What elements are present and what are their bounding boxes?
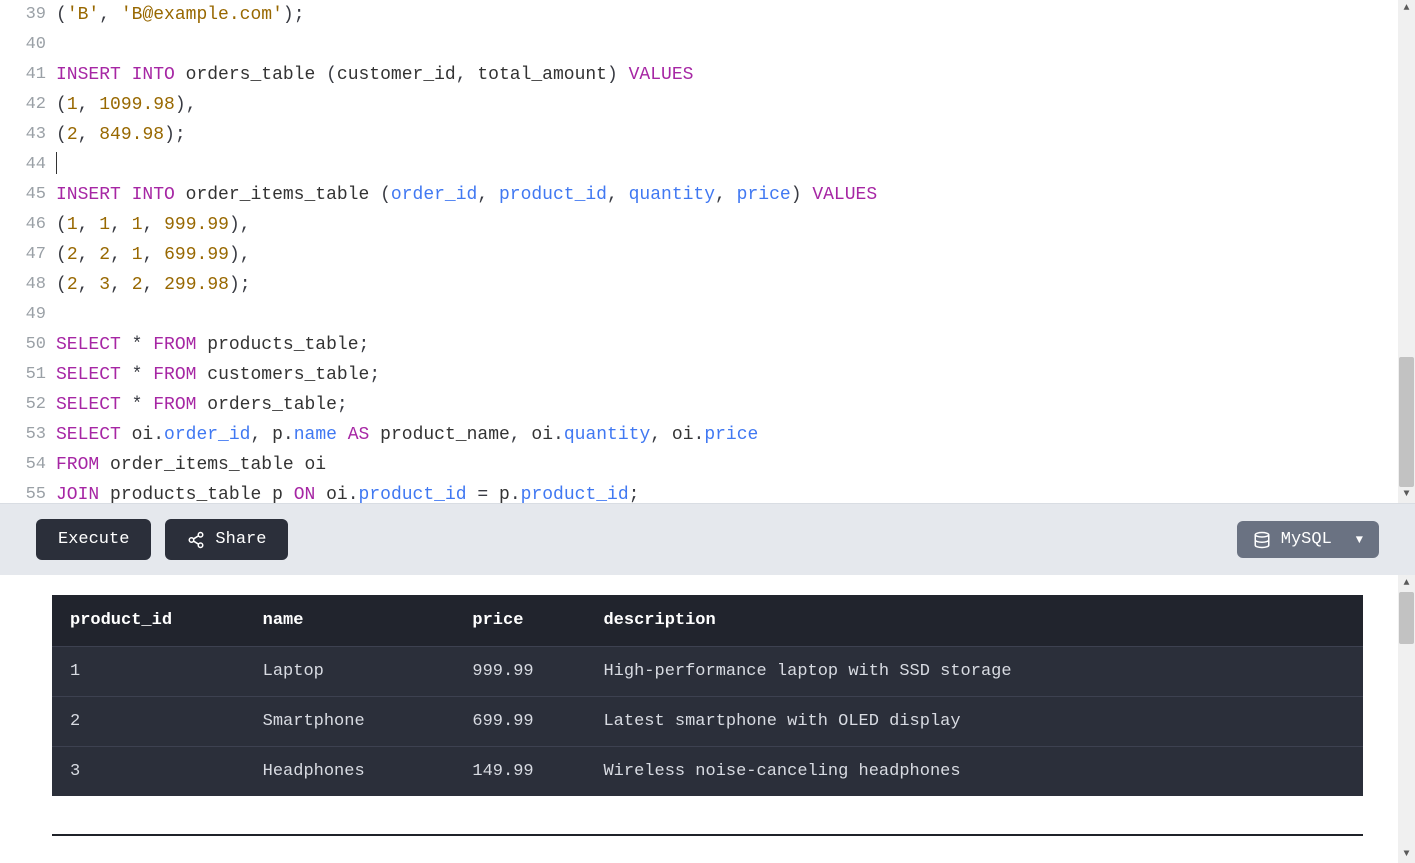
line-content[interactable]: INSERT INTO order_items_table (order_id,… [56, 180, 877, 210]
line-content[interactable]: JOIN products_table p ON oi.product_id =… [56, 480, 639, 503]
line-content[interactable]: SELECT * FROM customers_table; [56, 360, 380, 390]
code-line[interactable]: 53SELECT oi.order_id, p.name AS product_… [0, 420, 1415, 450]
line-number: 44 [0, 150, 56, 180]
chevron-down-icon: ▼ [1356, 533, 1363, 547]
line-number: 46 [0, 210, 56, 240]
line-number: 51 [0, 360, 56, 390]
line-number: 54 [0, 450, 56, 480]
line-content[interactable]: (1, 1, 1, 999.99), [56, 210, 251, 240]
database-label: MySQL [1281, 530, 1332, 549]
line-content[interactable] [56, 150, 57, 180]
line-number: 53 [0, 420, 56, 450]
line-number: 43 [0, 120, 56, 150]
line-content[interactable]: (2, 849.98); [56, 120, 186, 150]
table-row: 3Headphones149.99Wireless noise-cancelin… [52, 747, 1363, 797]
code-line[interactable]: 41INSERT INTO orders_table (customer_id,… [0, 60, 1415, 90]
table-cell: 2 [52, 697, 249, 747]
line-content[interactable]: SELECT * FROM orders_table; [56, 390, 348, 420]
line-number: 47 [0, 240, 56, 270]
table-header: product_id [52, 595, 249, 647]
execute-button[interactable]: Execute [36, 519, 151, 560]
table-row: 2Smartphone699.99Latest smartphone with … [52, 697, 1363, 747]
line-content[interactable]: ('B', 'B@example.com'); [56, 0, 305, 30]
line-number: 48 [0, 270, 56, 300]
scroll-up-icon[interactable]: ▲ [1398, 575, 1415, 592]
code-line[interactable]: 43(2, 849.98); [0, 120, 1415, 150]
table-cell: 1 [52, 647, 249, 697]
code-line[interactable]: 51SELECT * FROM customers_table; [0, 360, 1415, 390]
line-content[interactable]: INSERT INTO orders_table (customer_id, t… [56, 60, 693, 90]
results-scrollbar[interactable]: ▲ ▼ [1398, 575, 1415, 863]
database-selector[interactable]: MySQL ▼ [1237, 521, 1379, 558]
line-number: 42 [0, 90, 56, 120]
table-row: 1Laptop999.99High-performance laptop wit… [52, 647, 1363, 697]
line-number: 50 [0, 330, 56, 360]
code-line[interactable]: 44 [0, 150, 1415, 180]
table-cell: 149.99 [458, 747, 589, 797]
code-line[interactable]: 45INSERT INTO order_items_table (order_i… [0, 180, 1415, 210]
results-panel: product_idnamepricedescription 1Laptop99… [0, 575, 1415, 863]
editor-scrollbar[interactable]: ▲ ▼ [1398, 0, 1415, 503]
line-content[interactable]: (1, 1099.98), [56, 90, 197, 120]
scroll-up-icon[interactable]: ▲ [1398, 0, 1415, 17]
line-number: 41 [0, 60, 56, 90]
line-content[interactable]: SELECT * FROM products_table; [56, 330, 369, 360]
line-number: 40 [0, 30, 56, 60]
code-line[interactable]: 39('B', 'B@example.com'); [0, 0, 1415, 30]
line-content[interactable]: (2, 3, 2, 299.98); [56, 270, 251, 300]
share-label: Share [215, 530, 266, 549]
database-icon [1253, 531, 1271, 549]
table-header: name [249, 595, 459, 647]
table-cell: Wireless noise-canceling headphones [589, 747, 1363, 797]
code-line[interactable]: 52SELECT * FROM orders_table; [0, 390, 1415, 420]
scrollbar-thumb[interactable] [1399, 357, 1414, 487]
table-cell: High-performance laptop with SSD storage [589, 647, 1363, 697]
toolbar: Execute Share MySQL ▼ [0, 503, 1415, 575]
share-button[interactable]: Share [165, 519, 288, 560]
table-cell: Laptop [249, 647, 459, 697]
line-content[interactable]: FROM order_items_table oi [56, 450, 326, 480]
result-table: product_idnamepricedescription 1Laptop99… [52, 595, 1363, 796]
code-line[interactable]: 46(1, 1, 1, 999.99), [0, 210, 1415, 240]
line-content[interactable]: SELECT oi.order_id, p.name AS product_na… [56, 420, 758, 450]
code-line[interactable]: 54FROM order_items_table oi [0, 450, 1415, 480]
line-number: 49 [0, 300, 56, 330]
table-header: description [589, 595, 1363, 647]
code-line[interactable]: 48(2, 3, 2, 299.98); [0, 270, 1415, 300]
line-number: 39 [0, 0, 56, 30]
table-cell: Headphones [249, 747, 459, 797]
table-cell: 3 [52, 747, 249, 797]
code-line[interactable]: 55JOIN products_table p ON oi.product_id… [0, 480, 1415, 503]
code-editor[interactable]: 39('B', 'B@example.com');4041INSERT INTO… [0, 0, 1415, 503]
table-cell: Smartphone [249, 697, 459, 747]
code-line[interactable]: 49 [0, 300, 1415, 330]
share-icon [187, 531, 205, 549]
table-cell: 699.99 [458, 697, 589, 747]
line-number: 45 [0, 180, 56, 210]
code-line[interactable]: 47(2, 2, 1, 699.99), [0, 240, 1415, 270]
line-number: 55 [0, 480, 56, 503]
table-header: price [458, 595, 589, 647]
code-line[interactable]: 40 [0, 30, 1415, 60]
scrollbar-thumb[interactable] [1399, 592, 1414, 644]
line-number: 52 [0, 390, 56, 420]
scroll-down-icon[interactable]: ▼ [1398, 846, 1415, 863]
line-content[interactable]: (2, 2, 1, 699.99), [56, 240, 251, 270]
scroll-down-icon[interactable]: ▼ [1398, 486, 1415, 503]
table-cell: Latest smartphone with OLED display [589, 697, 1363, 747]
code-line[interactable]: 42(1, 1099.98), [0, 90, 1415, 120]
code-line[interactable]: 50SELECT * FROM products_table; [0, 330, 1415, 360]
result-separator [52, 834, 1363, 836]
table-cell: 999.99 [458, 647, 589, 697]
